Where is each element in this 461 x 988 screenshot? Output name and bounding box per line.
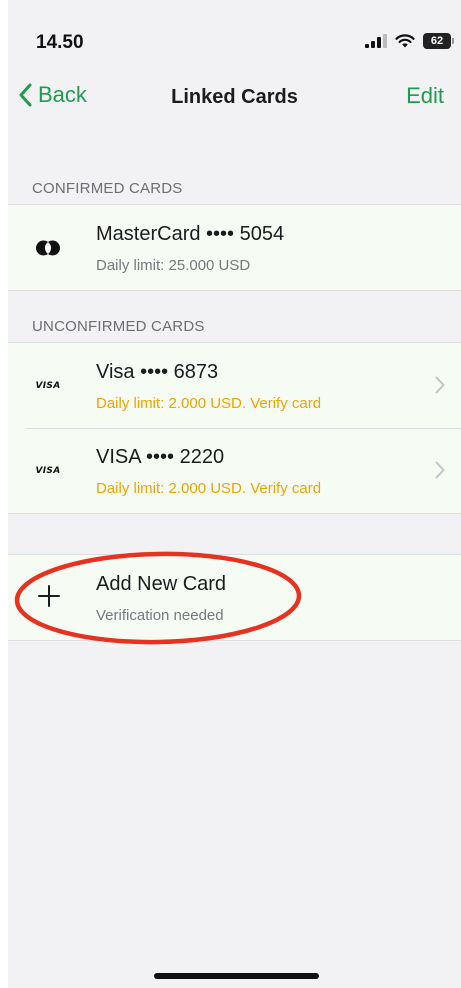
cellular-signal-icon — [365, 34, 387, 48]
card-subtitle: Daily limit: 2.000 USD. Verify card — [96, 395, 322, 412]
add-card-group: Add New Card Verification needed — [8, 554, 461, 641]
confirmed-cards-header: CONFIRMED CARDS — [32, 180, 183, 197]
unconfirmed-cards-list: VISA Visa •••• 6873 Daily limit: 2.000 U… — [8, 342, 461, 514]
visa-logo: VISA — [35, 381, 61, 391]
add-card-title: Add New Card — [96, 573, 227, 595]
card-title: Visa •••• 6873 — [96, 361, 219, 383]
home-indicator — [154, 973, 319, 979]
card-row-visa-6873[interactable]: VISA Visa •••• 6873 Daily limit: 2.000 U… — [8, 343, 461, 428]
add-card-subtitle: Verification needed — [96, 607, 224, 624]
status-time: 14.50 — [36, 32, 84, 53]
navigation-bar: Back Linked Cards Edit — [8, 78, 461, 118]
add-new-card-button[interactable]: Add New Card Verification needed — [8, 555, 461, 640]
wifi-icon — [395, 33, 415, 47]
card-subtitle: Daily limit: 25.000 USD — [96, 257, 251, 274]
card-subtitle: Daily limit: 2.000 USD. Verify card — [96, 480, 322, 497]
page-title: Linked Cards — [171, 86, 298, 108]
status-bar: 14.50 62 — [8, 0, 461, 72]
confirmed-cards-list: MasterCard •••• 5054 Daily limit: 25.000… — [8, 204, 461, 291]
battery-icon: 62 — [423, 33, 454, 49]
visa-icon: VISA — [30, 458, 66, 484]
linked-cards-screen: 14.50 62 Back Linked Cards Edit CONFIRME… — [8, 0, 461, 988]
chevron-right-icon — [435, 461, 445, 479]
battery-level: 62 — [430, 35, 444, 47]
plus-icon — [38, 585, 60, 611]
edit-button[interactable]: Edit — [406, 83, 444, 109]
status-icons: 62 — [365, 33, 454, 49]
mastercard-icon — [30, 235, 66, 261]
card-row-visa-2220[interactable]: VISA VISA •••• 2220 Daily limit: 2.000 U… — [8, 428, 461, 513]
visa-logo: VISA — [35, 466, 61, 476]
card-row-mastercard-5054[interactable]: MasterCard •••• 5054 Daily limit: 25.000… — [8, 205, 461, 290]
unconfirmed-cards-header: UNCONFIRMED CARDS — [32, 318, 205, 335]
card-title: MasterCard •••• 5054 — [96, 223, 285, 245]
visa-icon: VISA — [30, 373, 66, 399]
chevron-right-icon — [435, 376, 445, 394]
card-title: VISA •••• 2220 — [96, 446, 225, 468]
